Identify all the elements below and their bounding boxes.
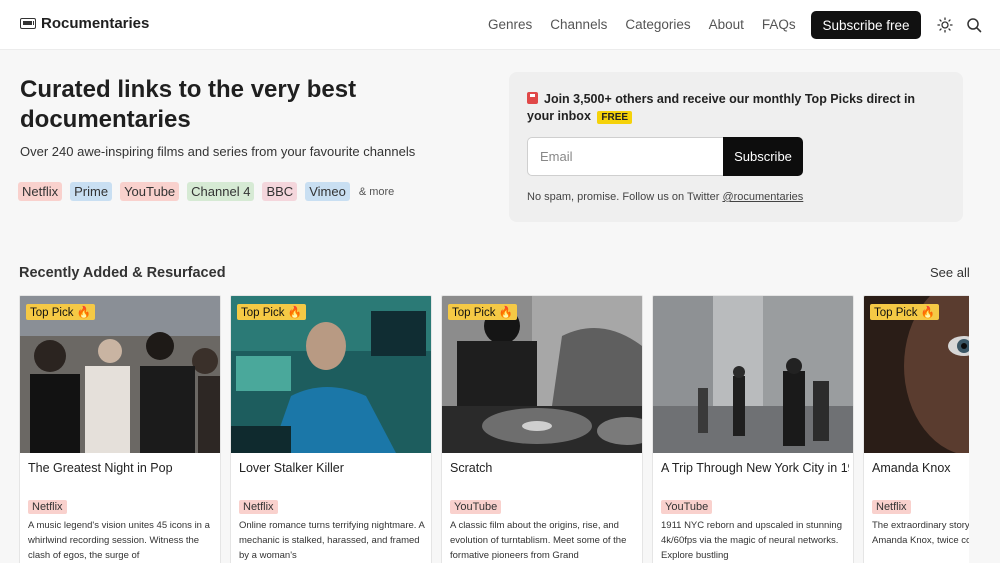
hero-title: Curated links to the very best documenta… — [20, 76, 357, 133]
nav-faqs[interactable]: FAQs — [762, 17, 796, 32]
card-description: A classic film about the origins, rise, … — [450, 520, 627, 561]
thumbnail-image — [653, 296, 853, 453]
newsletter-text: Join 3,500+ others and receive our month… — [527, 91, 937, 126]
section-title: Recently Added & Resurfaced — [19, 265, 226, 281]
newsletter-box: Join 3,500+ others and receive our month… — [509, 72, 963, 222]
more-channels-link[interactable]: & more — [359, 186, 394, 198]
tag-netflix[interactable]: Netflix — [18, 182, 63, 201]
doc-card[interactable]: Top Pick 🔥 Lover Stalker Killer Netflix … — [230, 295, 432, 563]
fine-print-text: No spam, promise. Follow us on Twitter — [527, 191, 720, 203]
subscribe-free-button[interactable]: Subscribe free — [811, 11, 921, 39]
logo-icon — [20, 18, 36, 29]
card-channel-tag[interactable]: Netflix — [239, 500, 278, 514]
channel-tags: Netflix Prime YouTube Channel 4 BBC Vime… — [18, 182, 394, 201]
card-title: Amanda Knox — [872, 461, 951, 475]
top-pick-badge: Top Pick 🔥 — [237, 304, 306, 320]
card-channel-tag[interactable]: YouTube — [450, 500, 502, 514]
theme-toggle-sun-icon[interactable] — [937, 17, 953, 33]
newsletter-copy: Join 3,500+ others and receive our month… — [527, 92, 916, 123]
tag-prime[interactable]: Prime — [70, 182, 113, 201]
doc-card[interactable]: Top Pick 🔥 Amanda Knox Netflix The extra… — [863, 295, 969, 563]
twitter-link[interactable]: @rocumentaries — [722, 191, 803, 203]
hero-subtitle: Over 240 awe-inspiring films and series … — [20, 144, 416, 159]
nav-categories[interactable]: Categories — [625, 17, 690, 32]
nav-channels[interactable]: Channels — [550, 17, 607, 32]
search-icon[interactable] — [966, 17, 982, 33]
nav-genres[interactable]: Genres — [488, 17, 532, 32]
tag-youtube[interactable]: YouTube — [120, 182, 180, 201]
brand[interactable]: Rocumentaries — [20, 15, 149, 32]
top-pick-badge: Top Pick 🔥 — [26, 304, 95, 320]
card-description: 1911 NYC reborn and upscaled in stunning… — [661, 520, 842, 561]
top-pick-badge: Top Pick 🔥 — [448, 304, 517, 320]
card-description: A music legend's vision unites 45 icons … — [28, 520, 210, 561]
free-badge: FREE — [597, 111, 633, 124]
card-channel-tag[interactable]: YouTube — [661, 500, 713, 514]
main-nav: Genres Channels Categories About FAQs — [488, 17, 814, 32]
card-title: A Trip Through New York City in 1911 — [661, 461, 849, 475]
doc-card[interactable]: Top Pick 🔥 The Greatest Night in Pop Net… — [19, 295, 221, 563]
card-channel-tag[interactable]: Netflix — [28, 500, 67, 514]
doc-card[interactable]: Top Pick 🔥 Scratch YouTube A classic fil… — [441, 295, 643, 563]
tag-bbc[interactable]: BBC — [262, 182, 298, 201]
card-description: Online romance turns terrifying nightmar… — [239, 520, 425, 561]
top-header: Rocumentaries Genres Channels Categories… — [0, 0, 1000, 50]
card-description: The extraordinary story of an exonerated… — [872, 520, 969, 546]
nav-about[interactable]: About — [709, 17, 744, 32]
cards-row: Top Pick 🔥 The Greatest Night in Pop Net… — [19, 295, 969, 563]
tag-channel-4[interactable]: Channel 4 — [187, 182, 255, 201]
email-field[interactable] — [527, 137, 724, 176]
newsletter-fine-print: No spam, promise. Follow us on Twitter @… — [527, 191, 803, 203]
card-channel-tag[interactable]: Netflix — [872, 500, 911, 514]
card-title: Lover Stalker Killer — [239, 461, 344, 475]
doc-card[interactable]: A Trip Through New York City in 1911 You… — [652, 295, 854, 563]
mailbox-icon — [527, 92, 538, 104]
card-title: Scratch — [450, 461, 493, 475]
brand-name: Rocumentaries — [41, 15, 150, 32]
see-all-link[interactable]: See all — [930, 265, 970, 280]
newsletter-subscribe-button[interactable]: Subscribe — [723, 137, 803, 176]
top-pick-badge: Top Pick 🔥 — [870, 304, 939, 320]
tag-vimeo[interactable]: Vimeo — [305, 182, 350, 201]
card-title: The Greatest Night in Pop — [28, 461, 173, 475]
